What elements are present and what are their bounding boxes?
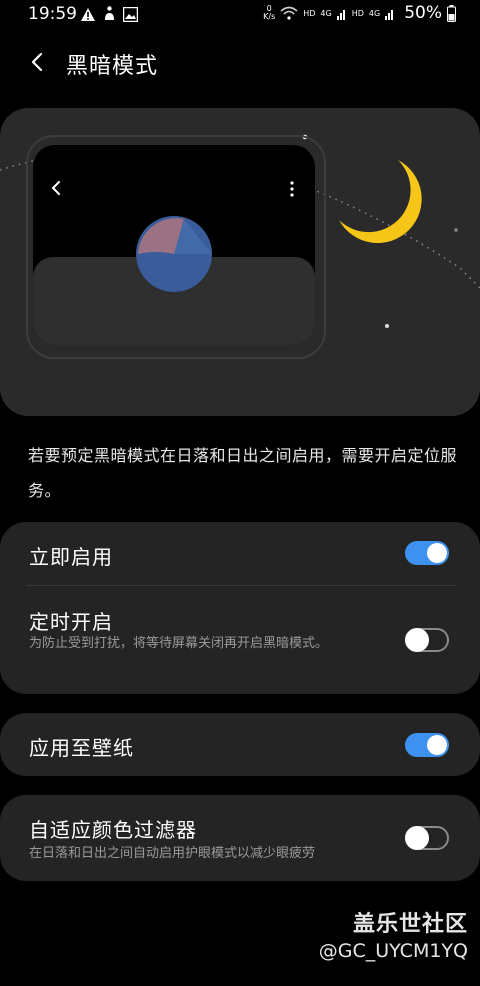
phone-back-icon xyxy=(51,181,60,195)
setting-adaptive-filter[interactable]: 自适应颜色过滤器 在日落和日出之间自动启用护眼模式以减少眼疲劳 xyxy=(0,795,480,881)
star-icon xyxy=(385,324,389,328)
image-icon xyxy=(123,6,138,22)
settings-card-mode: 立即启用 定时开启 为防止受到打扰，将等待屏幕关闭再开启黑暗模式。 xyxy=(0,522,480,694)
avatar-placeholder-icon xyxy=(136,216,212,292)
setting-subtitle: 为防止受到打扰，将等待屏幕关闭再开启黑暗模式。 xyxy=(29,636,329,651)
star-icon xyxy=(454,228,458,232)
phone-preview-screen xyxy=(33,145,315,345)
more-vert-icon xyxy=(290,181,294,197)
enable-now-toggle[interactable] xyxy=(405,541,449,565)
battery-icon xyxy=(447,4,456,22)
warning-icon xyxy=(81,7,95,21)
setting-title: 应用至壁纸 xyxy=(29,736,134,760)
setting-title: 自适应颜色过滤器 xyxy=(29,818,197,842)
sim2-net-label: 4G xyxy=(368,8,381,18)
signal-icon xyxy=(336,10,345,20)
scheduled-toggle[interactable] xyxy=(405,628,449,652)
location-description: 若要预定黑暗模式在日落和日出之间启用，需要开启定位服务。 xyxy=(28,446,458,500)
setting-title: 立即启用 xyxy=(29,545,113,569)
watermark-brand: 盖乐世社区 xyxy=(352,912,468,937)
page-title: 黑暗模式 xyxy=(66,54,159,79)
apply-wallpaper-toggle[interactable] xyxy=(405,733,449,757)
app-header: 黑暗模式 xyxy=(0,40,480,84)
setting-apply-wallpaper[interactable]: 应用至壁纸 xyxy=(0,713,480,776)
status-time: 19:59 xyxy=(28,4,77,24)
moon-icon xyxy=(339,160,422,244)
settings-card-wallpaper: 应用至壁纸 xyxy=(0,713,480,776)
sim1-net-label: 4G xyxy=(320,8,332,18)
setting-title: 定时开启 xyxy=(29,610,113,634)
sim1-hd-label: HD xyxy=(303,8,316,18)
setting-scheduled[interactable]: 定时开启 为防止受到打扰，将等待屏幕关闭再开启黑暗模式。 xyxy=(0,586,480,694)
adaptive-filter-toggle[interactable] xyxy=(405,826,449,850)
sim2-hd-label: HD xyxy=(351,8,364,18)
setting-subtitle: 在日落和日出之间自动启用护眼模式以减少眼疲劳 xyxy=(29,846,316,861)
accessibility-icon xyxy=(105,6,114,20)
setting-enable-now[interactable]: 立即启用 xyxy=(0,522,480,585)
net-speed: 0 K/s xyxy=(263,4,276,21)
battery-percent: 50% xyxy=(404,3,442,23)
status-bar: 19:59 0 K/s HD 4G HD 4G 50% xyxy=(0,0,480,30)
signal-icon xyxy=(385,10,394,20)
settings-card-filter: 自适应颜色过滤器 在日落和日出之间自动启用护眼模式以减少眼疲劳 xyxy=(0,795,480,881)
watermark-user: @GC_UYCM1YQ xyxy=(318,940,468,962)
back-arrow-icon[interactable] xyxy=(26,50,50,74)
wifi-icon xyxy=(280,6,298,20)
